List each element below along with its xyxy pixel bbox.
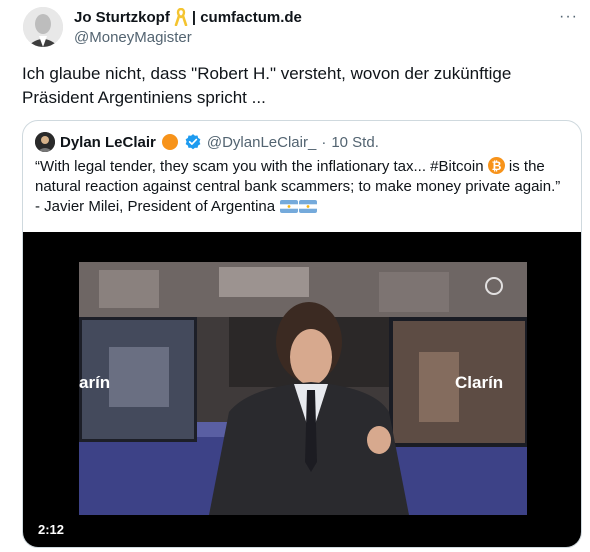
author-avatar[interactable] (23, 7, 63, 47)
verified-badge-icon (185, 134, 201, 150)
video-player[interactable]: arín Clarín 2:12 (23, 232, 581, 547)
argentina-flag-icon (280, 200, 299, 213)
author-line: Jo Sturtzkopf | cumfactum.de (74, 8, 302, 26)
watermark-left: arín (79, 373, 110, 392)
watermark-right: Clarín (455, 373, 503, 392)
quoted-tweet-header: Dylan LeClair @DylanLeClair_ · 10 Std. (35, 132, 379, 152)
separator-dot: · (321, 133, 327, 151)
quoted-tweet[interactable]: Dylan LeClair @DylanLeClair_ · 10 Std. “… (22, 120, 582, 548)
video-duration: 2:12 (33, 520, 70, 539)
author-name-suffix[interactable]: | cumfactum.de (192, 9, 302, 26)
author-name[interactable]: Jo Sturtzkopf (74, 9, 170, 26)
orange-badge-icon (161, 134, 178, 150)
quoted-author-avatar (35, 132, 55, 152)
quoted-author-handle: @DylanLeClair_ (206, 133, 317, 151)
quoted-tweet-time: 10 Std. (331, 133, 379, 151)
svg-text:₿: ₿ (491, 159, 501, 173)
quoted-tweet-text: “With legal tender, they scam you with t… (35, 157, 567, 217)
yellow-ribbon-icon (174, 8, 188, 26)
argentina-flag-icon (299, 200, 318, 213)
video-thumbnail: arín Clarín (79, 262, 527, 515)
author-handle[interactable]: @MoneyMagister (74, 29, 192, 46)
quoted-text-part1: “With legal tender, they scam you with t… (35, 158, 484, 175)
quoted-author-name: Dylan LeClair (60, 133, 156, 151)
bitcoin-icon: ₿ (487, 157, 505, 174)
tweet-text: Ich glaube nicht, dass "Robert H." verst… (22, 64, 512, 107)
more-horizontal-icon[interactable]: ··· (559, 8, 578, 26)
